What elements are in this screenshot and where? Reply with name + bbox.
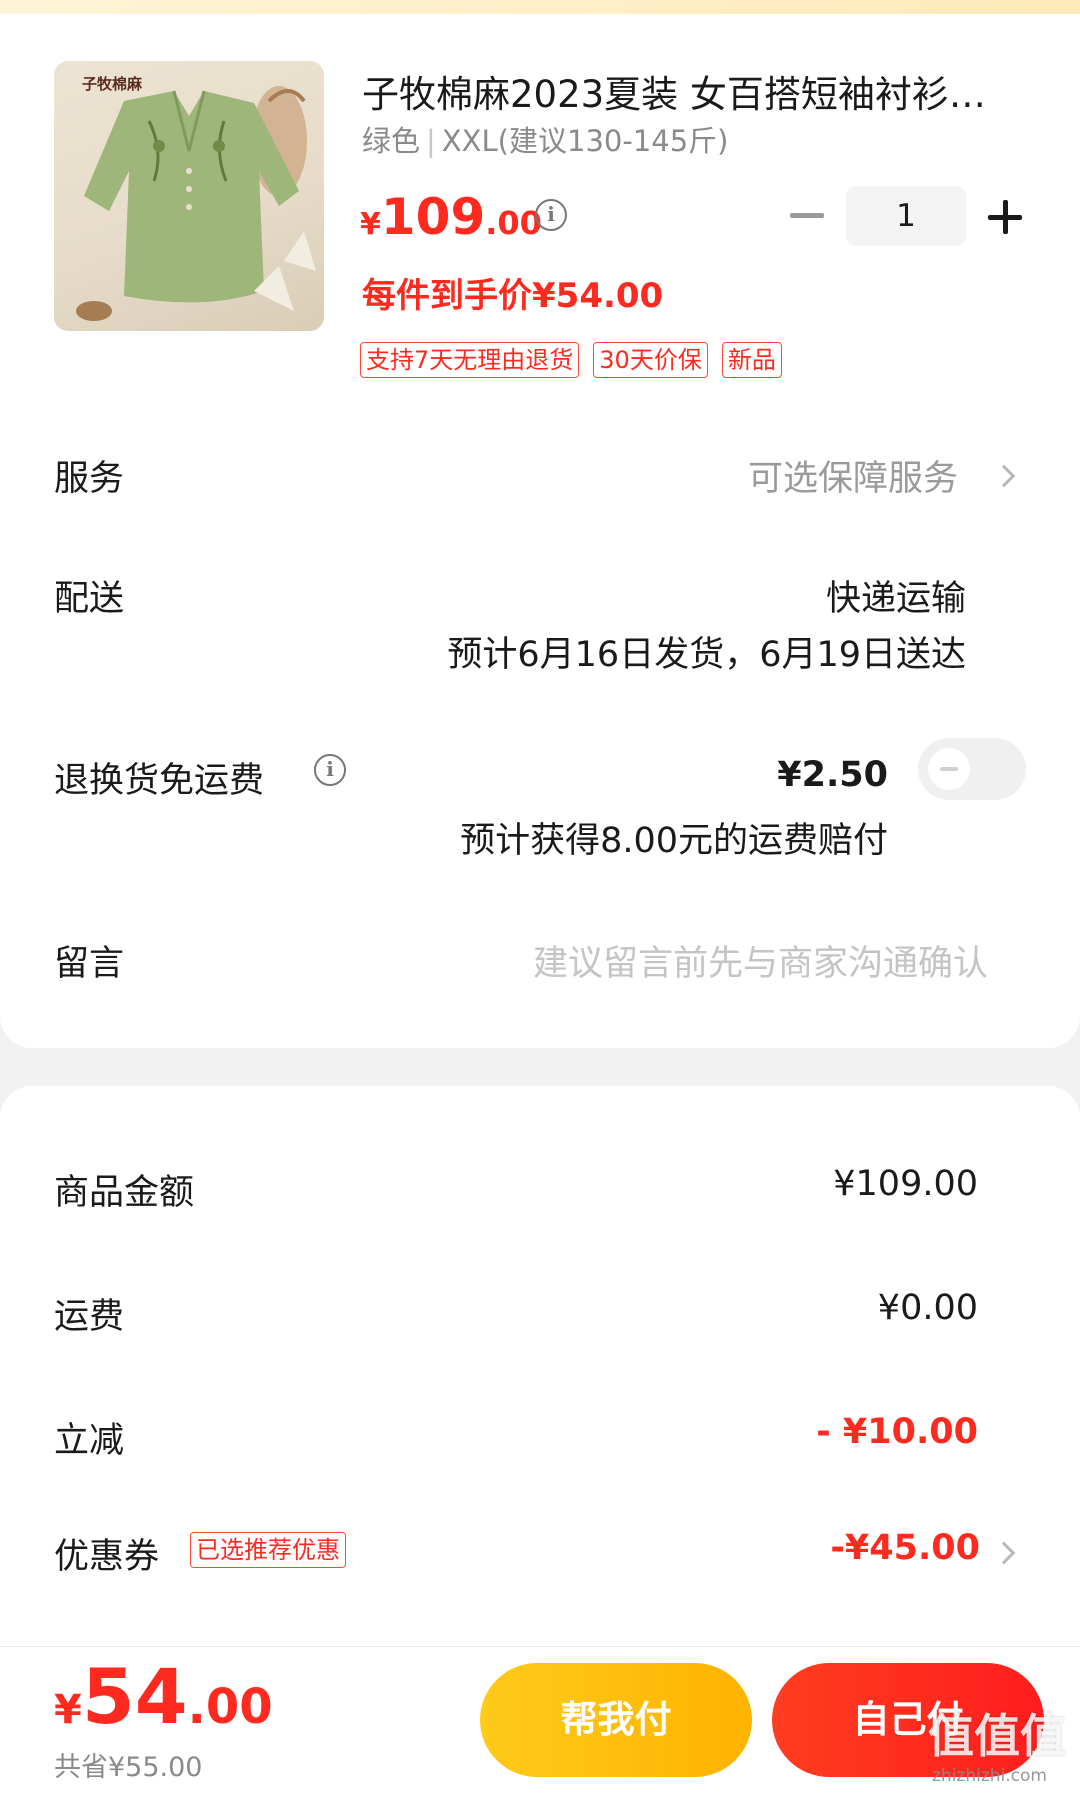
goods-amount-value: ¥109.00 — [833, 1164, 978, 1204]
total-price: ¥54.00 — [54, 1652, 273, 1741]
product-title[interactable]: 子牧棉麻2023夏装 女百搭短袖衬衫… — [362, 64, 1012, 118]
discount-value: - ¥10.00 — [816, 1412, 978, 1452]
watermark-logo: 值值值 — [928, 1709, 1066, 1763]
shirt-image — [76, 86, 316, 321]
coupon-label: 优惠券 — [54, 1537, 160, 1577]
delivery-method[interactable]: 快递运输 — [826, 570, 966, 621]
sku-size: XXL(建议130-145斤) — [441, 124, 729, 158]
return-shipping-toggle[interactable] — [918, 738, 1026, 800]
total-saved: 共省¥55.00 — [54, 1752, 203, 1783]
message-label: 留言 — [54, 944, 125, 984]
quantity-input[interactable]: 1 — [846, 186, 966, 246]
service-value[interactable]: 可选保障服务 — [748, 450, 958, 501]
sku-color: 绿色 — [362, 124, 421, 158]
service-label: 服务 — [54, 459, 125, 499]
product-price: ¥109.00 — [360, 188, 542, 246]
delivery-label: 配送 — [54, 579, 125, 619]
coupon-value[interactable]: -¥45.00 — [830, 1528, 980, 1568]
quantity-increase-button[interactable] — [988, 200, 1022, 234]
watermark-url: zhizhizhi.com — [932, 1766, 1047, 1786]
tag-new: 新品 — [721, 342, 782, 378]
message-input[interactable]: 建议留言前先与商家沟通确认 — [533, 935, 988, 986]
return-shipping-label: 退换货免运费 — [54, 761, 265, 801]
product-tags: 支持7天无理由退货 30天价保 新品 — [360, 342, 782, 378]
shipping-fee-value: ¥0.00 — [877, 1288, 978, 1328]
return-shipping-info-icon[interactable]: i — [314, 754, 346, 786]
shipping-fee-label: 运费 — [54, 1297, 125, 1337]
price-info-icon[interactable]: i — [535, 199, 567, 231]
product-thumbnail[interactable]: 子牧棉麻 — [54, 61, 324, 331]
discount-label: 立减 — [54, 1421, 125, 1461]
return-shipping-price: ¥2.50 — [777, 755, 888, 795]
sku-separator: | — [426, 124, 436, 158]
unit-final-price: 每件到手价¥54.00 — [362, 276, 664, 316]
quantity-decrease-button[interactable] — [790, 213, 824, 218]
toggle-knob — [928, 748, 970, 790]
delivery-estimate: 预计6月16日发货，6月19日送达 — [447, 635, 966, 675]
tag-price-protect: 30天价保 — [593, 342, 708, 378]
coupon-recommended-tag: 已选推荐优惠 — [190, 1532, 346, 1568]
help-pay-button[interactable]: 帮我付 — [480, 1663, 752, 1777]
product-sku[interactable]: 绿色 | XXL(建议130-145斤) — [362, 118, 728, 160]
tag-return: 支持7天无理由退货 — [360, 342, 580, 378]
goods-amount-label: 商品金额 — [54, 1173, 195, 1213]
return-shipping-note: 预计获得8.00元的运费赔付 — [460, 821, 888, 861]
